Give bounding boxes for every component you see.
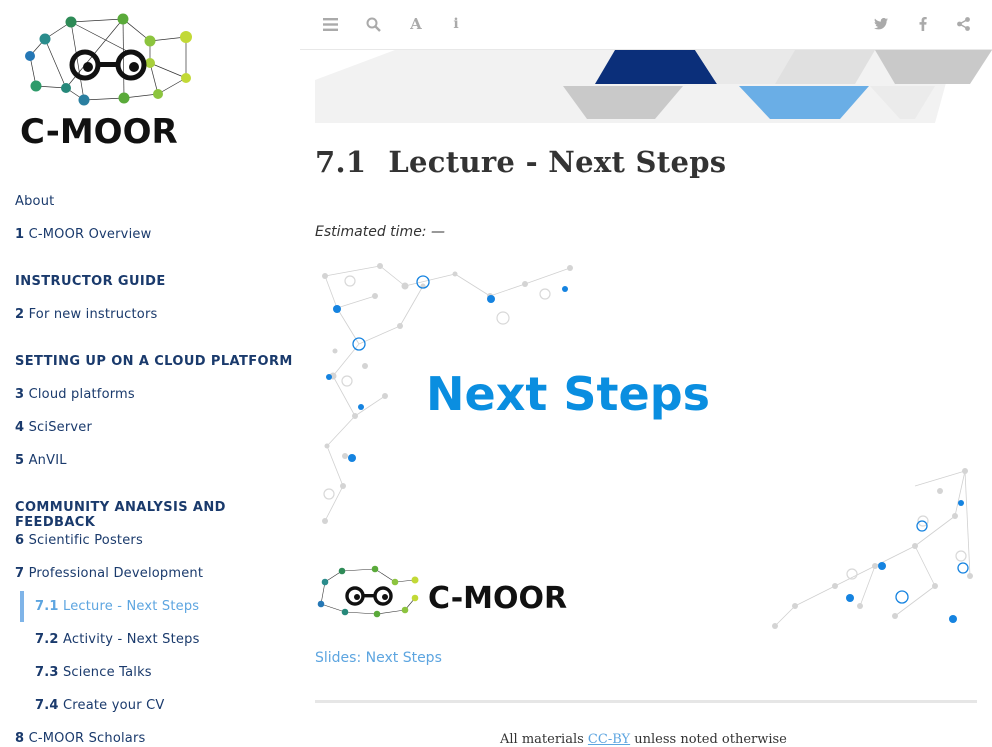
page-title: 7.1 Lecture - Next Steps — [315, 145, 726, 179]
nav-item[interactable]: 4 SciServer — [0, 419, 300, 452]
table-of-contents: About 1 C-MOOR Overview INSTRUCTOR GUIDE 2 … — [0, 193, 300, 744]
slide-logo-text: C-MOOR — [428, 581, 567, 616]
nav-item[interactable]: 1 C-MOOR Overview — [0, 226, 300, 259]
estimated-time: Estimated time: — — [315, 224, 445, 240]
nav-item-number: 1 — [15, 227, 25, 242]
nav-item-number: 7.3 — [35, 665, 59, 680]
nav-item[interactable]: About — [0, 193, 300, 226]
nav-item-label: Professional Development — [28, 566, 204, 581]
nav-item[interactable]: 7.2 Activity - Next Steps — [0, 631, 300, 664]
nav-item-label: Scientific Posters — [28, 533, 143, 548]
nav-item-number: 7.1 — [35, 599, 59, 614]
nav-item[interactable]: 3 Cloud platforms — [0, 386, 300, 419]
nav-item[interactable]: 7.4 Create your CV — [0, 697, 300, 730]
nav-item-number: 7 — [15, 566, 25, 581]
nav-item-number: 8 — [15, 731, 25, 744]
nav-item-label: Lecture - Next Steps — [62, 599, 200, 614]
twitter-icon[interactable] — [871, 14, 891, 34]
share-icon[interactable] — [953, 14, 973, 34]
nav-item-number: 4 — [15, 420, 25, 435]
footer-text: All materials — [500, 732, 588, 747]
nav-item-number: 7.2 — [35, 632, 59, 647]
nav-item-label: About — [15, 194, 55, 209]
nav-item[interactable]: 5 AnVIL — [0, 452, 300, 485]
nav-item-number: 7.4 — [35, 698, 59, 713]
slide-title: Next Steps — [426, 367, 710, 421]
nav-item-label: C-MOOR Scholars — [28, 731, 146, 744]
slides-link[interactable]: Slides: Next Steps — [315, 650, 442, 666]
c-moor-logo[interactable]: C-MOOR — [18, 12, 208, 152]
divider — [315, 700, 977, 703]
nav-item-label: AnVIL — [28, 453, 67, 468]
facebook-icon[interactable] — [913, 14, 933, 34]
nav-item-number: 5 — [15, 453, 25, 468]
nav-item[interactable]: 8 C-MOOR Scholars — [0, 730, 300, 744]
nav-item-label: Science Talks — [62, 665, 152, 680]
nav-item-number: 3 — [15, 387, 25, 402]
nav-item-label: Create your CV — [62, 698, 165, 713]
footer: All materials CC-BY unless noted otherwi… — [500, 732, 787, 747]
nav-item-number: 6 — [15, 533, 25, 548]
sidebar: C-MOOR About 1 C-MOOR Overview INSTRUCTOR … — [0, 0, 300, 744]
logo-text: C-MOOR — [20, 112, 178, 152]
license-link[interactable]: CC-BY — [588, 732, 630, 747]
footer-text-after: unless noted otherwise — [630, 732, 787, 747]
nav-item-label: For new instructors — [28, 307, 158, 322]
nav-item[interactable]: 7.3 Science Talks — [0, 664, 300, 697]
nav-item-label: C-MOOR Overview — [28, 227, 152, 242]
nav-item[interactable]: 6 Scientific Posters — [0, 532, 300, 565]
nav-item[interactable]: 2 For new instructors — [0, 306, 300, 339]
nav-section-header: INSTRUCTOR GUIDE — [15, 274, 166, 289]
toolbar: A i — [300, 0, 992, 50]
font-icon[interactable]: A — [406, 14, 426, 34]
slide-image[interactable]: Next Steps C-MOOR — [315, 256, 977, 636]
search-icon[interactable] — [363, 14, 383, 34]
nav-item[interactable]: 7 Professional Development — [0, 565, 300, 598]
section-title: Lecture - Next Steps — [388, 145, 727, 179]
nav-section-header: COMMUNITY ANALYSIS AND FEEDBACK — [15, 500, 226, 530]
nav-item-label: Activity - Next Steps — [62, 632, 200, 647]
menu-icon[interactable] — [320, 14, 340, 34]
nav-section-header: SETTING UP ON A CLOUD PLATFORM — [15, 354, 293, 369]
nav-item-label: Cloud platforms — [28, 387, 135, 402]
nav-item-label: SciServer — [28, 420, 93, 435]
header-banner — [315, 50, 992, 123]
nav-item-number: 2 — [15, 307, 25, 322]
section-number: 7.1 — [315, 145, 367, 179]
info-icon[interactable]: i — [446, 14, 466, 34]
nav-item-active[interactable]: 7.1 Lecture - Next Steps — [0, 591, 300, 631]
